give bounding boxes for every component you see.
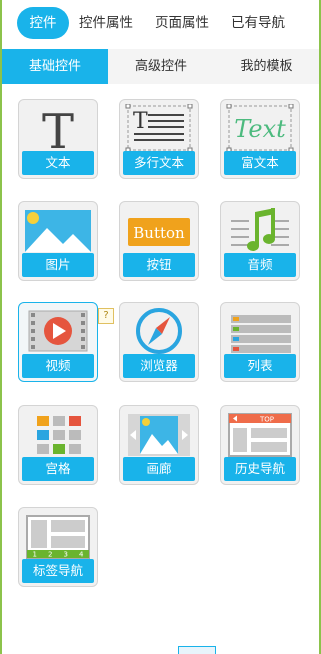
control-tile-rich-text[interactable]: Text 富文本 [220,99,300,179]
svg-text:2: 2 [48,551,52,559]
control-label: 宫格 [22,457,94,481]
grid-icon [37,416,81,454]
control-label: 标签导航 [22,559,94,583]
sub-tab-bar: 基础控件 高级控件 我的模板 [2,49,319,84]
svg-text:T: T [133,109,148,134]
tab-existing-navigation[interactable]: 已有导航 [228,7,288,39]
list-icon [231,315,291,353]
tab-nav-icon: 1 2 3 4 [26,515,90,559]
control-tile-text[interactable]: T 文本 [18,99,98,179]
tab-control-properties[interactable]: 控件属性 [76,7,136,39]
help-icon[interactable]: ? [98,308,114,324]
svg-text:Text: Text [234,115,286,143]
control-label: 按钮 [123,253,195,277]
control-tile-button[interactable]: Button 按钮 [119,201,199,281]
subtab-my-templates[interactable]: 我的模板 [214,49,319,84]
control-tile-grid[interactable]: 宫格 [18,405,98,485]
subtab-basic-controls[interactable]: 基础控件 [2,49,108,84]
control-tile-audio[interactable]: 音频 [220,201,300,281]
svg-text:1: 1 [33,551,37,559]
svg-text:T: T [42,104,74,152]
control-tile-gallery[interactable]: 画廊 [119,405,199,485]
multiline-text-icon: T [125,104,193,152]
top-tab-bar: 控件 控件属性 页面属性 已有导航 [0,0,321,46]
rich-text-icon: Text [226,104,294,152]
tab-controls[interactable]: 控件 [17,7,69,39]
svg-text:4: 4 [79,551,84,559]
browser-icon [136,308,182,354]
control-label: 视频 [22,354,94,378]
control-label: 历史导航 [224,457,296,481]
control-label: 图片 [22,253,94,277]
control-label: 列表 [224,354,296,378]
gallery-icon [128,414,190,456]
control-tile-multiline-text[interactable]: T 多行文本 [119,99,199,179]
video-icon [28,310,88,352]
svg-text:3: 3 [64,551,68,559]
svg-text:Button: Button [133,224,185,242]
device-preview-icon[interactable] [178,646,216,654]
svg-text:TOP: TOP [259,416,274,424]
control-label: 多行文本 [123,151,195,175]
control-tile-history-nav[interactable]: TOP 历史导航 [220,405,300,485]
button-icon: Button [128,218,190,246]
control-label: 富文本 [224,151,296,175]
image-icon [25,210,91,252]
control-label: 浏览器 [123,354,195,378]
history-nav-icon: TOP [228,413,292,457]
frame-left-border [0,0,2,654]
control-tile-browser[interactable]: 浏览器 [119,302,199,382]
control-label: 音频 [224,253,296,277]
control-tile-video[interactable]: 视频 ? [18,302,114,382]
control-tile-image[interactable]: 图片 [18,201,98,281]
subtab-advanced-controls[interactable]: 高级控件 [108,49,214,84]
audio-icon [231,208,289,251]
tab-page-properties[interactable]: 页面属性 [152,7,212,39]
control-label: 画廊 [123,457,195,481]
control-tile-tab-nav[interactable]: 1 2 3 4 标签导航 [18,507,98,587]
control-label: 文本 [22,151,94,175]
control-tile-list[interactable]: 列表 [220,302,300,382]
text-icon: T [42,104,74,152]
